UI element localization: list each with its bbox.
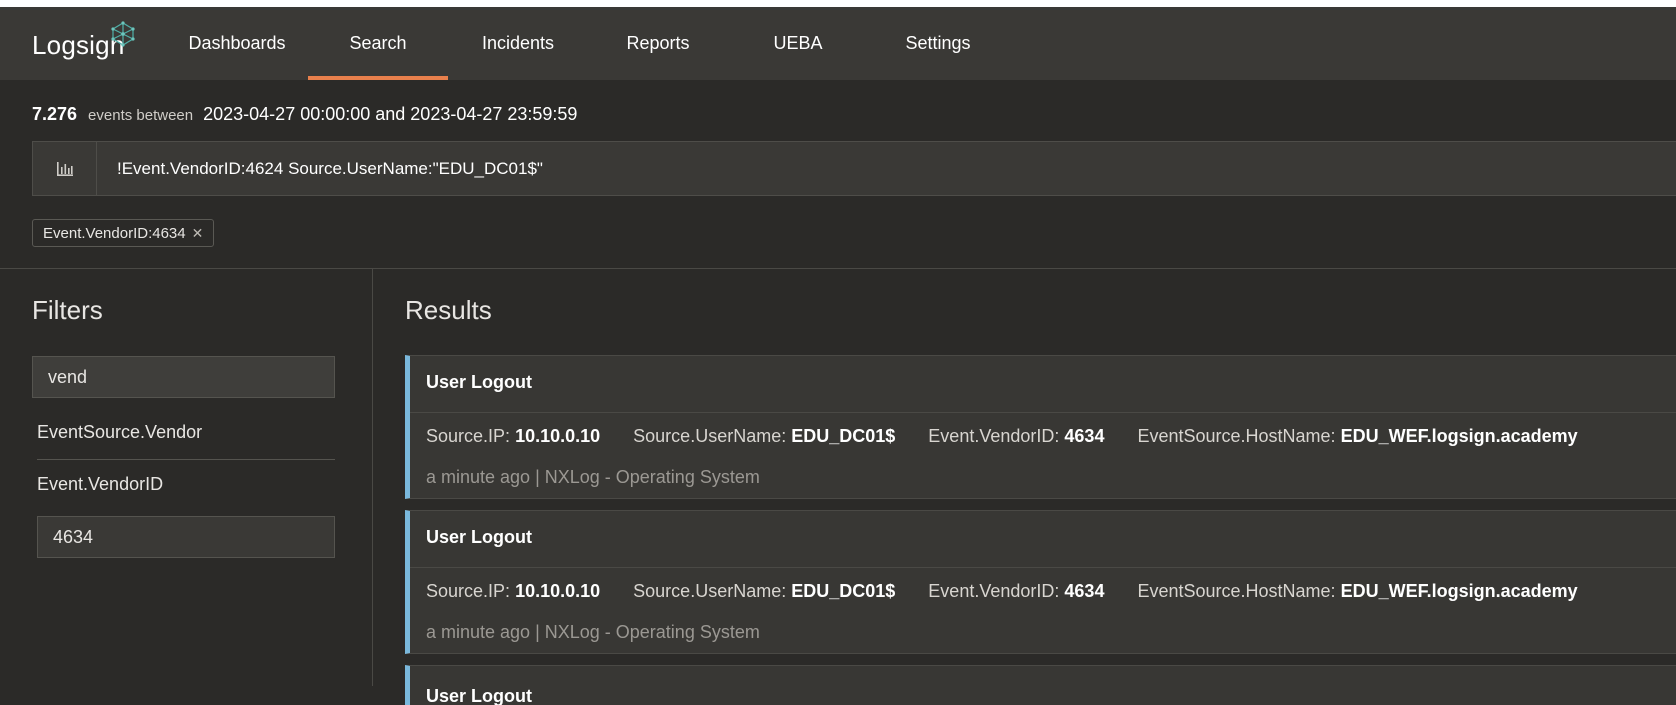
- field-eventsource-hostname: EventSource.HostName: EDU_WEF.logsign.ac…: [1137, 581, 1578, 601]
- results-panel: Results User Logout Source.IP: 10.10.0.1…: [373, 269, 1676, 705]
- nav-dashboards[interactable]: Dashboards: [168, 7, 306, 80]
- bar-chart-icon: [56, 161, 73, 176]
- field-event-vendorid: Event.VendorID: 4634: [928, 581, 1105, 601]
- date-range[interactable]: 2023-04-27 00:00:00 and 2023-04-27 23:59…: [203, 104, 577, 125]
- close-icon[interactable]: ✕: [192, 225, 204, 242]
- nav-search[interactable]: Search: [308, 7, 448, 80]
- result-title: User Logout: [426, 527, 532, 547]
- result-fields: Source.IP: 10.10.0.10 Source.UserName: E…: [426, 426, 1606, 447]
- card-divider: [410, 567, 1676, 568]
- nav-incidents-label: Incidents: [481, 33, 555, 53]
- result-title: User Logout: [426, 372, 532, 392]
- result-card[interactable]: User Logout: [405, 665, 1676, 705]
- event-count: 7.276: [32, 104, 78, 124]
- nav-incidents[interactable]: Incidents: [450, 7, 586, 80]
- nav-settings[interactable]: Settings: [868, 7, 1008, 80]
- logo-network-icon: [111, 21, 135, 47]
- filter-field-event-vendorid[interactable]: Event.VendorID: [37, 474, 163, 495]
- nav-reports[interactable]: Reports: [588, 7, 728, 80]
- result-meta: a minute ago | NXLog - Operating System: [426, 467, 760, 487]
- result-card[interactable]: User Logout Source.IP: 10.10.0.10 Source…: [405, 355, 1676, 499]
- card-divider: [410, 412, 1676, 413]
- nav-search-label: Search: [349, 33, 407, 53]
- filter-field-eventsource-vendor[interactable]: EventSource.Vendor: [37, 422, 202, 443]
- query-input[interactable]: !Event.VendorID:4624 Source.UserName:"ED…: [117, 142, 543, 195]
- active-filter-chip[interactable]: Event.VendorID:4634 ✕: [32, 219, 215, 247]
- filters-title: Filters: [32, 295, 103, 325]
- field-event-vendorid: Event.VendorID: 4634: [928, 426, 1105, 446]
- nav-ueba-label: UEBA: [773, 33, 823, 53]
- events-between-label: events between: [88, 107, 194, 124]
- histogram-toggle-button[interactable]: [33, 142, 97, 195]
- field-eventsource-hostname: EventSource.HostName: EDU_WEF.logsign.ac…: [1137, 426, 1578, 446]
- nav-settings-label: Settings: [905, 33, 971, 53]
- chip-label: Event.VendorID:4634: [43, 224, 186, 242]
- filter-search-input[interactable]: vend: [32, 356, 335, 398]
- nav-reports-label: Reports: [626, 33, 690, 53]
- nav-ueba[interactable]: UEBA: [730, 7, 866, 80]
- result-card[interactable]: User Logout Source.IP: 10.10.0.10 Source…: [405, 510, 1676, 654]
- top-navbar: Logsign Dashboards Search Incidents Repo…: [0, 7, 1676, 80]
- filter-search-value: vend: [48, 366, 88, 387]
- field-source-username: Source.UserName: EDU_DC01$: [633, 426, 896, 446]
- event-summary: 7.276 events between 2023-04-27 00:00:00…: [32, 104, 577, 125]
- result-fields: Source.IP: 10.10.0.10 Source.UserName: E…: [426, 581, 1606, 602]
- result-meta: a minute ago | NXLog - Operating System: [426, 622, 760, 642]
- result-title: User Logout: [426, 686, 532, 705]
- field-source-username: Source.UserName: EDU_DC01$: [633, 581, 896, 601]
- nav-dashboards-label: Dashboards: [188, 33, 286, 53]
- field-source-ip: Source.IP: 10.10.0.10: [426, 581, 601, 601]
- results-title: Results: [405, 295, 492, 325]
- filter-value-text: 4634: [53, 526, 94, 547]
- filter-value-input[interactable]: 4634: [37, 516, 335, 558]
- field-source-ip: Source.IP: 10.10.0.10: [426, 426, 601, 446]
- filter-divider: [37, 459, 335, 460]
- query-bar: !Event.VendorID:4624 Source.UserName:"ED…: [32, 141, 1676, 196]
